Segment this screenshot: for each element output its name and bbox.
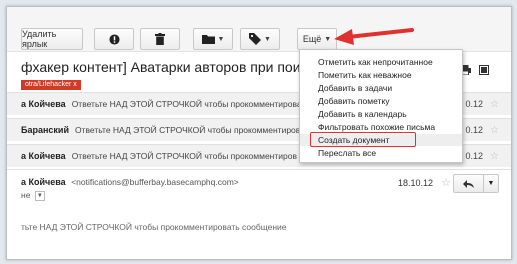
annotation-overlay [334,28,414,45]
red-arrow [334,28,414,45]
